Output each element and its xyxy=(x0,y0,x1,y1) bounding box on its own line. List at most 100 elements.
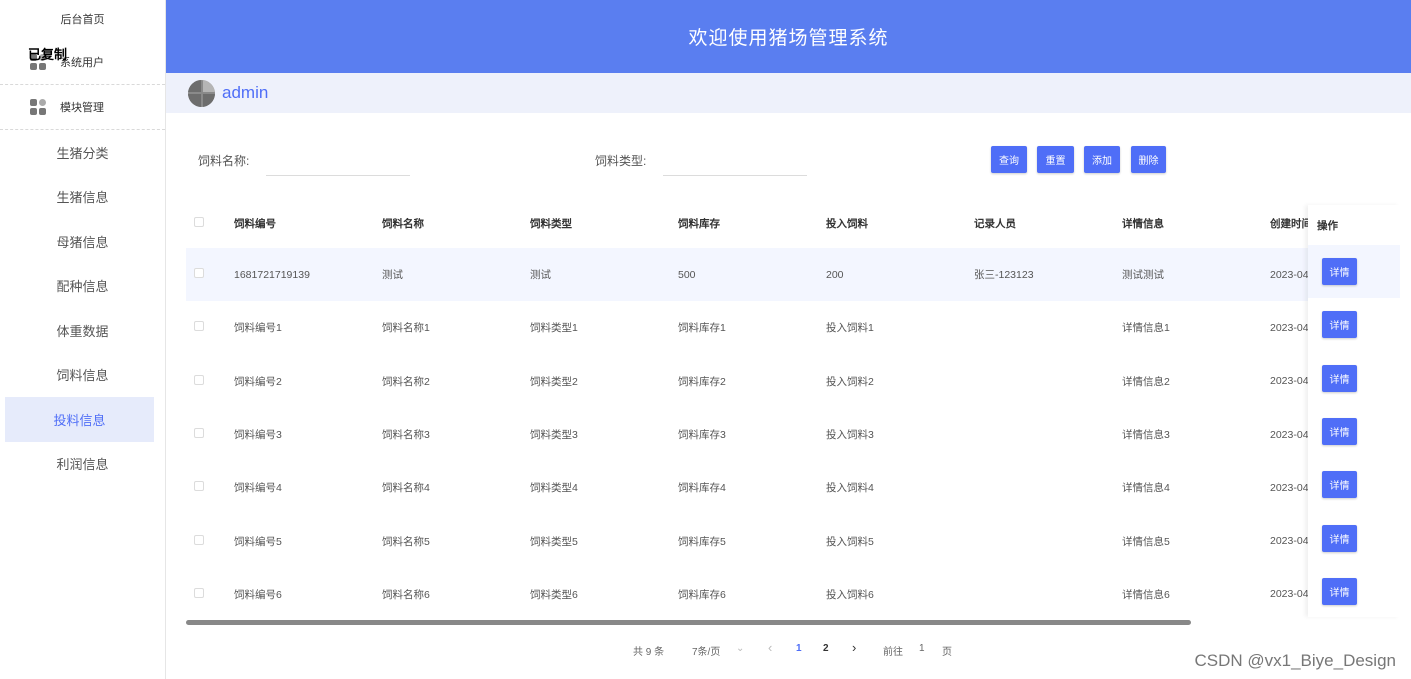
table-cell: 投入饲料4 xyxy=(826,482,874,495)
sidebar-item-breeding-info[interactable]: 配种信息 xyxy=(0,264,165,309)
table-cell: 饲料类型1 xyxy=(530,322,578,335)
column-header[interactable]: 详情信息 xyxy=(1122,216,1270,231)
sidebar-item-weight-data[interactable]: 体重数据 xyxy=(0,308,165,353)
table-row[interactable]: 1681721719139 测试 测试 500 200 张三-123123 测试测试 2023… xyxy=(186,248,1399,302)
sidebar-group-users[interactable]: 系统用户 已复制 xyxy=(0,40,165,85)
feed-type-label: 饲料类型: xyxy=(595,154,647,168)
table-cell: 饲料类型3 xyxy=(530,429,578,442)
detail-button[interactable]: 详情 xyxy=(1322,418,1357,446)
column-header[interactable]: 饲料类型 xyxy=(530,216,678,231)
table-cell: 张三-123123 xyxy=(974,269,1034,282)
detail-button[interactable]: 详情 xyxy=(1322,471,1357,499)
total-count: 共 9 条 xyxy=(633,647,665,658)
table-cell: 饲料编号4 xyxy=(234,482,282,495)
table-cell: 测试测试 xyxy=(1122,269,1164,282)
row-checkbox[interactable] xyxy=(194,268,204,279)
delete-button[interactable]: 删除 xyxy=(1131,146,1166,173)
avatar[interactable] xyxy=(188,79,215,107)
table-cell: 详情信息3 xyxy=(1122,429,1170,442)
table-cell: 饲料库存4 xyxy=(678,482,726,495)
user-bar: admin xyxy=(166,73,1411,113)
feed-name-input[interactable] xyxy=(266,144,410,176)
username[interactable]: admin xyxy=(222,83,268,103)
page-unit-label: 页 xyxy=(942,647,952,658)
horizontal-scrollbar[interactable] xyxy=(186,620,1191,625)
detail-button[interactable]: 详情 xyxy=(1322,364,1357,392)
detail-button[interactable]: 详情 xyxy=(1322,524,1357,552)
table-cell: 详情信息1 xyxy=(1122,322,1170,335)
column-header[interactable]: 饲料编号 xyxy=(234,216,382,231)
goto-label: 前往 xyxy=(883,647,903,658)
table-cell: 饲料名称2 xyxy=(382,375,430,388)
copied-tooltip: 已复制 xyxy=(28,47,68,62)
sidebar-group-modules[interactable]: 模块管理 xyxy=(0,85,165,130)
table-cell: 饲料库存1 xyxy=(678,322,726,335)
table-cell: 饲料类型6 xyxy=(530,588,578,601)
sidebar-item-sow-info[interactable]: 母猪信息 xyxy=(0,219,165,264)
prev-page-button[interactable]: ‹ xyxy=(768,640,772,655)
next-page-button[interactable]: › xyxy=(852,640,856,655)
header: 欢迎使用猪场管理系统 xyxy=(166,0,1411,73)
table-cell: 投入饲料5 xyxy=(826,535,874,548)
column-header: 操作 xyxy=(1317,219,1338,232)
sidebar-item-home[interactable]: 后台首页 xyxy=(0,0,165,40)
select-all-checkbox[interactable] xyxy=(194,217,204,227)
table-cell: 饲料库存6 xyxy=(678,588,726,601)
table-cell: 饲料库存5 xyxy=(678,535,726,548)
sidebar-group-label: 模块管理 xyxy=(60,102,104,114)
table-cell: 投入饲料1 xyxy=(826,322,874,335)
table-cell: 饲料库存3 xyxy=(678,429,726,442)
page-size-select[interactable]: 7条/页 xyxy=(692,643,720,658)
row-checkbox[interactable] xyxy=(194,321,204,332)
sidebar-item-pig-category[interactable]: 生猪分类 xyxy=(0,130,165,175)
row-checkbox[interactable] xyxy=(194,587,204,598)
row-checkbox[interactable] xyxy=(194,374,204,385)
table-cell: 饲料名称1 xyxy=(382,322,430,335)
sidebar-item-feed-info[interactable]: 饲料信息 xyxy=(0,353,165,398)
query-button[interactable]: 查询 xyxy=(991,146,1027,173)
row-checkbox[interactable] xyxy=(194,428,204,439)
detail-button[interactable]: 详情 xyxy=(1322,258,1357,286)
detail-button[interactable]: 详情 xyxy=(1322,577,1357,605)
column-header[interactable]: 记录人员 xyxy=(974,216,1122,231)
table-cell: 饲料名称3 xyxy=(382,429,430,442)
table-row[interactable]: 饲料编号1 饲料名称1 饲料类型1 饲料库存1 投入饲料1 详情信息1 2023-04 xyxy=(186,301,1399,354)
page-1[interactable]: 1 xyxy=(796,643,802,654)
page-2[interactable]: 2 xyxy=(823,643,829,654)
operation-column: 操作 详情 详情 详情 详情 详情 详情 详情 xyxy=(1308,205,1400,617)
sidebar-item-feeding-info[interactable]: 投料信息 xyxy=(5,397,154,442)
main-content: 饲料名称: 饲料类型: 查询 重置 添加 删除 饲料编号 饲料名称 饲料类型 饲… xyxy=(172,119,1411,679)
row-checkbox[interactable] xyxy=(194,481,204,492)
table-cell: 饲料类型5 xyxy=(530,535,578,548)
table-cell: 详情信息2 xyxy=(1122,375,1170,388)
feed-type-input[interactable] xyxy=(663,144,807,176)
add-button[interactable]: 添加 xyxy=(1084,146,1120,173)
table-row[interactable]: 饲料编号4 饲料名称4 饲料类型4 饲料库存4 投入饲料4 详情信息4 2023-04 xyxy=(186,461,1399,514)
column-header[interactable]: 饲料名称 xyxy=(382,216,530,231)
table-header: 饲料编号 饲料名称 饲料类型 饲料库存 投入饲料 记录人员 详情信息 创建时间 xyxy=(186,199,1399,248)
goto-input[interactable]: 1 xyxy=(919,643,925,654)
table-cell: 投入饲料3 xyxy=(826,429,874,442)
table-body: 1681721719139 测试 测试 500 200 张三-123123 测试测试 2023… xyxy=(186,248,1399,619)
column-header[interactable]: 投入饲料 xyxy=(826,216,974,231)
header-title: 欢迎使用猪场管理系统 xyxy=(688,28,889,49)
table-cell: 饲料类型2 xyxy=(530,375,578,388)
table-row[interactable]: 饲料编号6 饲料名称6 饲料类型6 饲料库存6 投入饲料6 详情信息6 2023-04 xyxy=(186,568,1399,619)
table-cell: 饲料库存2 xyxy=(678,375,726,388)
table-cell: 饲料编号6 xyxy=(234,588,282,601)
table-cell: 饲料编号5 xyxy=(234,535,282,548)
table-cell: 投入饲料6 xyxy=(826,588,874,601)
detail-button[interactable]: 详情 xyxy=(1322,311,1357,339)
reset-button[interactable]: 重置 xyxy=(1037,146,1074,173)
table-row[interactable]: 饲料编号5 饲料名称5 饲料类型5 饲料库存5 投入饲料5 详情信息5 2023-04 xyxy=(186,514,1399,567)
row-checkbox[interactable] xyxy=(194,534,204,545)
column-header[interactable]: 饲料库存 xyxy=(678,216,826,231)
chevron-down-icon[interactable]: ⌄ xyxy=(736,643,744,654)
table-cell: 详情信息6 xyxy=(1122,588,1170,601)
data-table: 饲料编号 饲料名称 饲料类型 饲料库存 投入饲料 记录人员 详情信息 创建时间 … xyxy=(186,199,1399,619)
sidebar-item-pig-info[interactable]: 生猪信息 xyxy=(0,175,165,220)
sidebar-item-profit-info[interactable]: 利润信息 xyxy=(0,442,165,487)
table-cell: 饲料编号2 xyxy=(234,375,282,388)
table-row[interactable]: 饲料编号2 饲料名称2 饲料类型2 饲料库存2 投入饲料2 详情信息2 2023-04 xyxy=(186,355,1399,408)
table-row[interactable]: 饲料编号3 饲料名称3 饲料类型3 饲料库存3 投入饲料3 详情信息3 2023-04 xyxy=(186,408,1399,461)
